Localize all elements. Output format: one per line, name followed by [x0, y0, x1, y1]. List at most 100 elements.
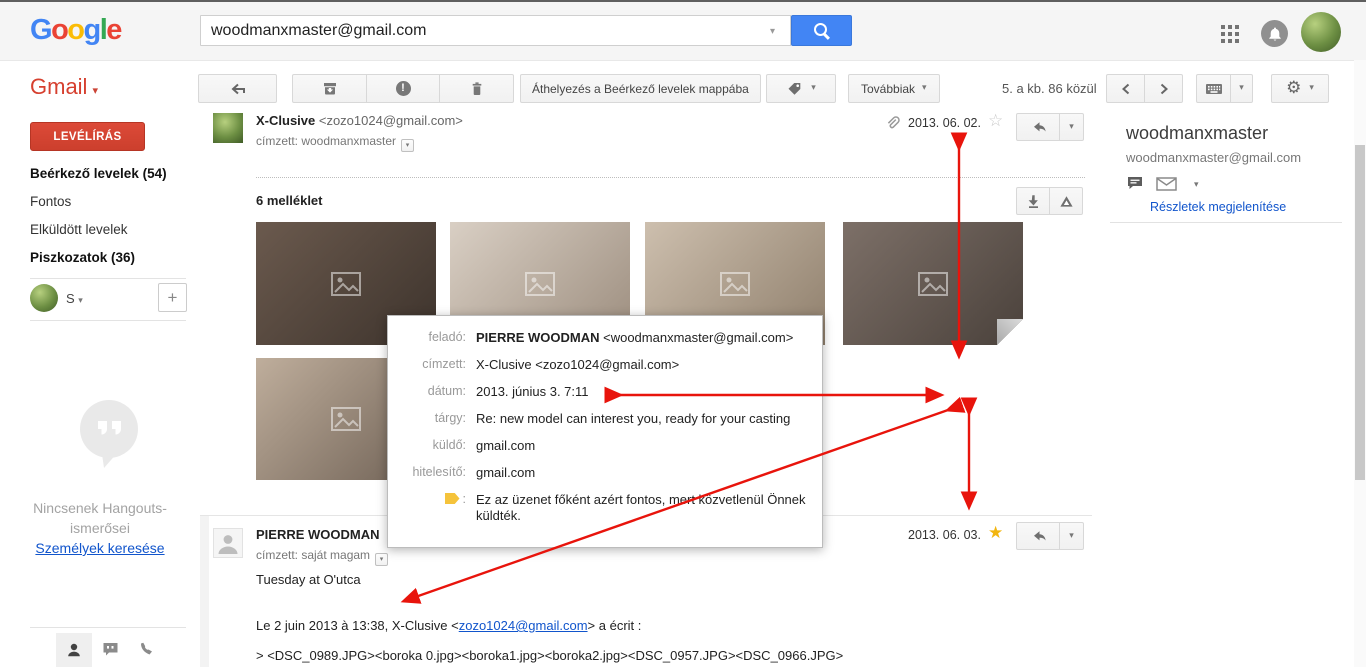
- chat-bubble-icon: [101, 641, 120, 658]
- hangouts-calls-tab[interactable]: [137, 640, 155, 658]
- archive-button[interactable]: [292, 74, 367, 103]
- reply-arrow-icon: [1030, 528, 1047, 544]
- reply-button[interactable]: [1016, 113, 1060, 141]
- pagination-label: 5. a kb. 86 közül: [1002, 81, 1097, 96]
- trash-icon: [468, 80, 486, 97]
- contact-chat-button[interactable]: [1126, 175, 1144, 191]
- photo-placeholder-icon: [525, 272, 555, 296]
- email1-reply-group: ▾: [1016, 113, 1084, 141]
- hangouts-empty-text: ismerősei: [0, 520, 200, 536]
- contact-email-button[interactable]: [1156, 177, 1177, 191]
- delete-button[interactable]: [439, 74, 514, 103]
- email2-from: PIERRE WOODMAN: [256, 527, 380, 542]
- report-spam-button[interactable]: !: [366, 74, 440, 103]
- reply-options-caret[interactable]: ▾: [1059, 522, 1084, 550]
- attachment-thumbnail-4[interactable]: [843, 222, 1023, 345]
- archive-icon: [321, 80, 339, 97]
- move-to-inbox-button[interactable]: Áthelyezés a Beérkező levelek mappába: [520, 74, 761, 103]
- input-tools-button[interactable]: [1196, 74, 1231, 103]
- hangouts-conversations-tab[interactable]: [101, 641, 120, 658]
- hangouts-search-people-link[interactable]: Személyek keresése: [0, 540, 200, 556]
- gmail-brand-menu[interactable]: Gmail▾: [30, 74, 98, 100]
- drive-icon: [1058, 193, 1075, 210]
- photo-placeholder-icon: [720, 272, 750, 296]
- email1-to: címzett: woodmanxmaster▾: [256, 134, 414, 152]
- chevron-down-icon: ▾: [922, 84, 927, 93]
- search-button[interactable]: [791, 15, 852, 46]
- chevron-left-icon: [1119, 81, 1133, 97]
- hangouts-profile-avatar[interactable]: [30, 284, 58, 312]
- settings-button[interactable]: ⚙ ▾: [1271, 74, 1329, 103]
- show-details-caret[interactable]: ▾: [401, 139, 414, 152]
- quoted-sender-link[interactable]: zozo1024@gmail.com: [459, 618, 588, 633]
- input-tools-caret[interactable]: ▾: [1230, 74, 1253, 103]
- account-avatar[interactable]: [1301, 12, 1341, 52]
- notifications-bell-icon[interactable]: [1261, 20, 1288, 47]
- reply-button[interactable]: [1016, 522, 1060, 550]
- show-details-caret[interactable]: ▾: [375, 553, 388, 566]
- spam-icon: !: [396, 81, 411, 96]
- sidebar-divider: [30, 320, 186, 321]
- message-details-popup: feladó: PIERRE WOODMAN <woodmanxmaster@g…: [387, 315, 823, 548]
- email2-attachments-line: > <DSC_0989.JPG><boroka 0.jpg><boroka1.j…: [256, 648, 843, 663]
- sender-avatar-default[interactable]: [213, 528, 243, 558]
- contact-name: woodmanxmaster: [1126, 123, 1268, 144]
- chevron-down-icon: ▾: [92, 84, 98, 97]
- download-all-button[interactable]: [1016, 187, 1050, 215]
- hangouts-icon: [78, 398, 142, 470]
- attachment-paperclip-icon: [884, 115, 900, 131]
- message-actions-group: !: [292, 74, 514, 103]
- email1-from: X-Clusive <zozo1024@gmail.com>: [256, 113, 463, 128]
- contact-panel-divider: [1110, 222, 1342, 223]
- email2-date: 2013. 06. 03.: [908, 528, 981, 542]
- apps-grid-icon[interactable]: [1221, 25, 1239, 43]
- back-to-list-button[interactable]: [198, 74, 277, 103]
- new-hangout-button[interactable]: +: [158, 283, 187, 312]
- person-silhouette-icon: [214, 529, 242, 557]
- sidebar-item-inbox[interactable]: Beérkező levelek (54): [30, 166, 167, 181]
- details-row-from: feladó: PIERRE WOODMAN <woodmanxmaster@g…: [388, 329, 822, 356]
- hangouts-empty-text: Nincsenek Hangouts-: [0, 500, 200, 516]
- reply-options-caret[interactable]: ▾: [1059, 113, 1084, 141]
- more-actions-button[interactable]: Továbbiak ▾: [848, 74, 940, 103]
- scrollbar-thumb[interactable]: [1355, 145, 1365, 480]
- newer-email-button[interactable]: [1106, 74, 1145, 103]
- show-details-link[interactable]: Részletek megjelenítése: [1150, 200, 1286, 214]
- star-filled-icon[interactable]: ★: [988, 525, 1003, 542]
- sidebar-item-drafts[interactable]: Piszkozatok (36): [30, 250, 135, 265]
- reply-arrow-icon: [1030, 119, 1047, 135]
- keyboard-icon: [1205, 82, 1223, 96]
- search-options-caret[interactable]: ▾: [770, 26, 775, 37]
- sender-avatar[interactable]: [213, 113, 243, 143]
- quote-gutter: [200, 516, 209, 667]
- envelope-icon: [1156, 177, 1177, 191]
- search-input[interactable]: [200, 15, 791, 46]
- details-row-subject: tárgy: Re: new model can interest you, r…: [388, 410, 822, 437]
- chevron-down-icon: ▾: [78, 296, 83, 306]
- labels-button[interactable]: ▾: [766, 74, 836, 103]
- older-email-button[interactable]: [1144, 74, 1183, 103]
- google-logo[interactable]: Google: [30, 14, 121, 47]
- details-row-mailed-by: küldő: gmail.com: [388, 437, 822, 464]
- chevron-down-icon: ▾: [811, 84, 816, 93]
- email2-quote-line: Le 2 juin 2013 à 13:38, X-Clusive <zozo1…: [256, 618, 641, 633]
- person-icon: [65, 641, 83, 659]
- compose-button[interactable]: LEVÉLÍRÁS: [30, 122, 145, 151]
- gear-icon: ⚙: [1286, 80, 1301, 97]
- save-to-drive-button[interactable]: [1049, 187, 1083, 215]
- details-row-to: címzett: X-Clusive <zozo1024@gmail.com>: [388, 356, 822, 383]
- thread-nav-group: [1106, 74, 1183, 103]
- chevron-down-icon: ▾: [1239, 84, 1244, 93]
- contact-more-caret[interactable]: ▾: [1194, 181, 1199, 190]
- hangouts-profile-name[interactable]: S ▾: [66, 291, 83, 306]
- email2-to: címzett: saját magam▾: [256, 548, 388, 566]
- email2-reply-group: ▾: [1016, 522, 1084, 550]
- sidebar-item-important[interactable]: Fontos: [30, 194, 71, 209]
- input-tools-group: ▾: [1196, 74, 1253, 103]
- star-outline-icon[interactable]: ☆: [988, 113, 1003, 130]
- hangouts-contacts-tab[interactable]: [56, 633, 92, 667]
- sidebar-item-sent[interactable]: Elküldött levelek: [30, 222, 128, 237]
- phone-icon: [137, 640, 155, 658]
- bell-icon: [1266, 25, 1284, 43]
- sidebar-divider: [30, 278, 186, 279]
